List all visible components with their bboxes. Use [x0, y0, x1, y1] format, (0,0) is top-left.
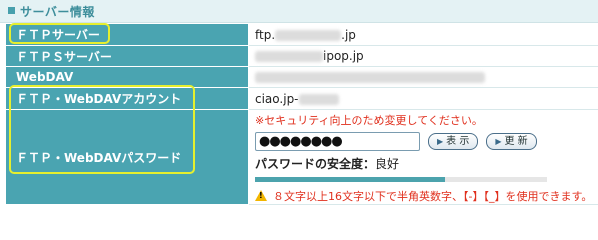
arrow-right-icon: ▶: [437, 136, 444, 146]
strength-bar: [255, 177, 547, 182]
password-rule-note: ! ８文字以上16文字以下で半角英数字、【-】【_】を使用できます。: [255, 188, 597, 204]
account-prefix: ciao.jp-: [255, 91, 299, 106]
password-row: ●●●●●●●● ▶ 表 示 ▶ 更 新: [255, 130, 597, 152]
show-button-label: 表 示: [446, 135, 470, 147]
ftps-server-value: ipop.jp: [248, 45, 598, 67]
webdav-value: [248, 66, 598, 88]
account-value: ciao.jp-: [248, 87, 598, 110]
section-title: サーバー情報: [20, 5, 95, 19]
redacted-text: [275, 29, 342, 41]
redacted-text: [255, 51, 323, 62]
show-password-button[interactable]: ▶ 表 示: [428, 132, 479, 150]
ftps-server-label: ＦＴＰＳサーバー: [5, 45, 249, 67]
password-strength: パスワードの安全度：良好: [255, 155, 597, 172]
server-info-table: ＦＴＰサーバー ftp. .jp ＦＴＰＳサーバー ipop.jp WebDAV …: [5, 23, 598, 205]
table-row: ＦＴＰ・WebDAVアカウント ciao.jp-: [5, 87, 598, 110]
arrow-right-icon: ▶: [495, 136, 502, 146]
update-password-button[interactable]: ▶ 更 新: [486, 132, 537, 150]
strength-bar-fill: [255, 177, 445, 182]
table-row: ＦＴＰサーバー ftp. .jp: [5, 23, 598, 46]
password-label: ＦＴＰ・WebDAVパスワード: [5, 109, 249, 205]
square-bullet-icon: [8, 7, 15, 14]
password-input[interactable]: ●●●●●●●●: [255, 131, 420, 151]
rule-note-text: ８文字以上16文字以下で半角英数字、【-】【_】を使用できます。: [273, 190, 593, 203]
warning-icon: !: [255, 190, 267, 201]
table-row: WebDAV: [5, 66, 598, 88]
update-button-label: 更 新: [504, 135, 528, 147]
webdav-label: WebDAV: [5, 66, 249, 88]
ftps-server-suffix: ipop.jp: [323, 49, 364, 63]
section-header: サーバー情報: [0, 0, 598, 23]
password-cell: ※セキュリティ向上のため変更してください。 ●●●●●●●● ▶ 表 示 ▶ 更 新…: [248, 109, 598, 205]
redacted-text: [298, 93, 339, 105]
redacted-text: [255, 72, 485, 83]
ftp-server-value: ftp. .jp: [248, 23, 598, 46]
table-row: ＦＴＰＳサーバー ipop.jp: [5, 45, 598, 67]
strength-value: 良好: [375, 157, 400, 171]
ftp-server-label: ＦＴＰサーバー: [5, 23, 249, 46]
security-notice: ※セキュリティ向上のため変更してください。: [255, 114, 483, 127]
account-label: ＦＴＰ・WebDAVアカウント: [5, 87, 249, 110]
server-info-panel: サーバー情報 ＦＴＰサーバー ftp. .jp ＦＴＰＳサーバー ipop.jp …: [0, 0, 598, 205]
table-row: ＦＴＰ・WebDAVパスワード ※セキュリティ向上のため変更してください。 ●●…: [5, 109, 598, 205]
ftp-server-suffix: .jp: [341, 27, 356, 42]
strength-label: パスワードの安全度：: [255, 157, 376, 171]
ftp-server-prefix: ftp.: [255, 27, 276, 42]
